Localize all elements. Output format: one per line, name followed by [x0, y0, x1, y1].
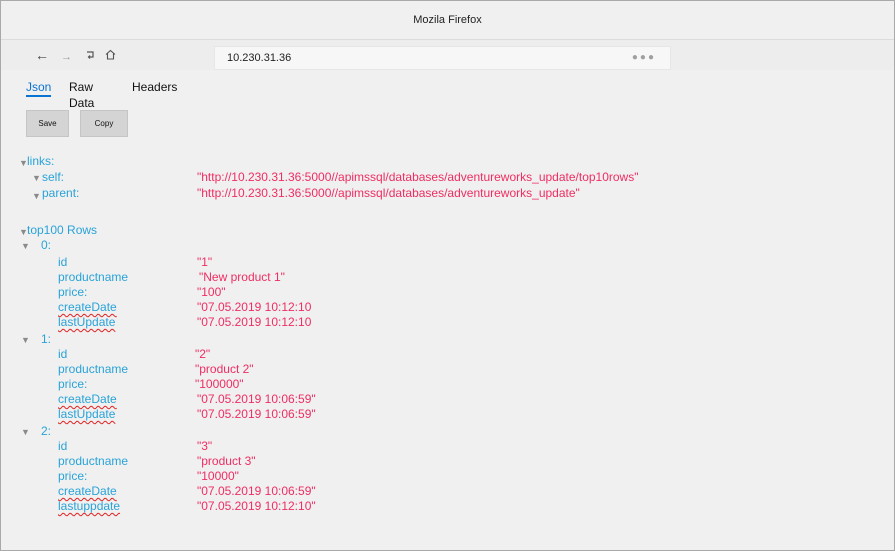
- rows-key: top100 Rows: [27, 223, 98, 237]
- field-value: "07.05.2019 10:06:59": [197, 392, 316, 406]
- home-button[interactable]: [105, 46, 116, 64]
- field-key: id: [58, 439, 68, 453]
- tab-raw-data[interactable]: Raw Data: [69, 79, 94, 111]
- window-title: Mozila Firefox: [413, 14, 482, 26]
- field-value: "07.05.2019 10:12:10: [197, 300, 312, 314]
- tab-headers[interactable]: Headers: [132, 79, 177, 95]
- field-value: "3": [197, 439, 213, 453]
- collapse-row-1-icon[interactable]: ▼: [21, 333, 30, 347]
- json-viewer: ▼ links: ▼ self: "http://10.230.31.36:50…: [1, 152, 894, 550]
- save-button[interactable]: Save: [26, 110, 69, 137]
- field-value: "07.05.2019 10:06:59": [197, 407, 316, 421]
- field-key: createDate: [58, 300, 117, 314]
- field-value: "product 3": [197, 454, 256, 468]
- browser-window: Mozila Firefox ← → 10.230.31.36 ●●● Json…: [0, 0, 895, 551]
- field-value: "2": [195, 347, 211, 361]
- arrow-right-icon: →: [61, 51, 72, 63]
- self-key: self:: [42, 170, 65, 184]
- field-key: createDate: [58, 484, 117, 498]
- row-index: 2:: [41, 424, 52, 438]
- row-index: 1:: [41, 332, 52, 346]
- field-value: "100000": [195, 377, 244, 391]
- home-icon: [105, 49, 116, 60]
- field-value: "07.05.2019 10:12:10": [197, 499, 316, 513]
- field-key: price:: [58, 377, 88, 391]
- links-key: links:: [27, 154, 55, 168]
- arrow-left-icon: ←: [35, 47, 49, 63]
- parent-key: parent:: [42, 186, 80, 200]
- field-key: createDate: [58, 392, 117, 406]
- copy-button[interactable]: Copy: [80, 110, 128, 137]
- tab-json[interactable]: Json: [26, 79, 52, 97]
- field-value: "07.05.2019 10:12:10: [197, 315, 312, 329]
- field-value: "100": [197, 285, 226, 299]
- field-key: productname: [58, 362, 129, 376]
- field-value: "07.05.2019 10:06:59": [197, 484, 316, 498]
- field-key: lastuppdate: [58, 499, 121, 513]
- forward-button[interactable]: →: [61, 46, 72, 66]
- url-bar[interactable]: 10.230.31.36 ●●●: [214, 46, 671, 70]
- field-key: id: [58, 347, 68, 361]
- field-key: price:: [58, 285, 88, 299]
- reload-icon: [87, 51, 94, 59]
- collapse-row-2-icon[interactable]: ▼: [21, 425, 30, 439]
- reload-button[interactable]: [85, 46, 95, 64]
- title-bar: Mozila Firefox: [1, 1, 894, 40]
- parent-value: "http://10.230.31.36:5000//apimssql/data…: [197, 186, 580, 200]
- self-value: "http://10.230.31.36:5000//apimssql/data…: [197, 170, 639, 184]
- collapse-self-icon[interactable]: ▼: [32, 171, 41, 185]
- field-key: id: [58, 255, 68, 269]
- field-value: "10000": [197, 469, 239, 483]
- collapse-row-0-icon[interactable]: ▼: [21, 239, 30, 253]
- field-value: "1": [197, 255, 213, 269]
- field-key: lastUpdate: [58, 407, 116, 421]
- url-text[interactable]: 10.230.31.36: [227, 47, 291, 69]
- collapse-parent-icon[interactable]: ▼: [32, 189, 41, 203]
- field-value: "product 2": [195, 362, 254, 376]
- field-key: lastUpdate: [58, 315, 116, 329]
- field-key: price:: [58, 469, 88, 483]
- row-index: 0:: [41, 238, 52, 252]
- back-button[interactable]: ←: [35, 46, 49, 64]
- more-dots-icon[interactable]: ●●●: [632, 47, 656, 69]
- field-key: productname: [58, 270, 129, 284]
- field-value: "New product 1": [199, 270, 285, 284]
- field-key: productname: [58, 454, 129, 468]
